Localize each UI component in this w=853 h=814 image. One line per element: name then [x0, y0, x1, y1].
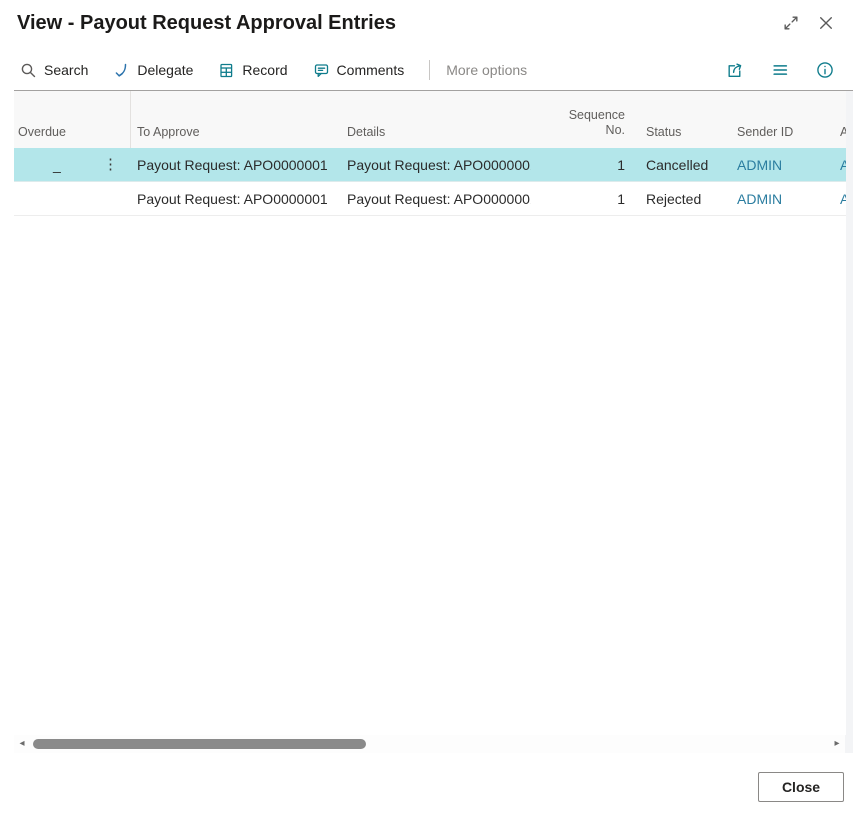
toolbar-divider — [429, 60, 430, 80]
delegate-label: Delegate — [137, 62, 193, 78]
comments-label: Comments — [337, 62, 405, 78]
column-header-details[interactable]: Details — [341, 91, 531, 148]
cell-sender-id-link[interactable]: ADMIN — [731, 182, 834, 215]
cell-to-approve: Payout Request: APO0000001 — [131, 182, 341, 215]
action-toolbar: Search Delegate Record — [0, 50, 853, 90]
share-icon — [726, 61, 744, 79]
column-header-sender-id[interactable]: Sender ID — [731, 91, 834, 148]
info-button[interactable] — [816, 61, 834, 79]
column-header-status[interactable]: Status — [631, 91, 731, 148]
scrollbar-corner — [845, 735, 853, 753]
dialog-title-bar: View - Payout Request Approval Entries — [0, 0, 853, 46]
table-row[interactable]: Payout Request: APO0000001 Payout Reques… — [14, 182, 853, 216]
record-label: Record — [242, 62, 287, 78]
record-icon — [218, 62, 235, 79]
info-icon — [816, 61, 834, 79]
search-label: Search — [44, 62, 88, 78]
cell-overdue: _ ⋮ — [14, 148, 131, 181]
search-icon — [20, 62, 37, 79]
scroll-right-button[interactable]: ▸ — [829, 735, 845, 753]
record-button[interactable]: Record — [218, 62, 287, 79]
cell-details: Payout Request: APO0000001 — [341, 148, 531, 181]
list-icon — [771, 61, 789, 79]
close-icon — [817, 14, 835, 32]
cell-sender-id-link[interactable]: ADMIN — [731, 148, 834, 181]
cell-status: Cancelled — [631, 148, 731, 181]
comments-icon — [313, 62, 330, 79]
cell-overdue — [14, 182, 131, 215]
cell-details: Payout Request: APO0000001 — [341, 182, 531, 215]
close-button[interactable]: Close — [758, 772, 844, 802]
scroll-left-button[interactable]: ◂ — [14, 735, 30, 753]
more-options-button[interactable]: More options — [446, 62, 527, 78]
share-button[interactable] — [726, 61, 744, 79]
list-view-button[interactable] — [771, 61, 789, 79]
horizontal-scrollbar-thumb[interactable] — [33, 739, 366, 749]
overdue-value: _ — [53, 157, 61, 173]
cell-to-approve: Payout Request: APO0000001 — [131, 148, 341, 181]
column-header-overdue[interactable]: Overdue — [14, 91, 131, 148]
vertical-scrollbar-track[interactable] — [846, 91, 853, 735]
close-window-button[interactable] — [817, 14, 835, 32]
row-ellipsis-icon[interactable]: ⋮ — [103, 157, 118, 172]
table-header-row: Overdue To Approve Details Sequence No. … — [14, 91, 853, 148]
delegate-icon — [113, 62, 130, 79]
expand-icon — [782, 14, 800, 32]
column-header-sequence-no[interactable]: Sequence No. — [531, 91, 631, 148]
search-button[interactable]: Search — [20, 62, 88, 79]
cell-sequence-no: 1 — [531, 182, 631, 215]
approval-entries-table: Overdue To Approve Details Sequence No. … — [14, 91, 853, 216]
expand-window-button[interactable] — [782, 14, 800, 32]
horizontal-scrollbar[interactable]: ◂ ▸ — [14, 735, 845, 753]
column-header-to-approve[interactable]: To Approve — [131, 91, 341, 148]
comments-button[interactable]: Comments — [313, 62, 405, 79]
cell-sequence-no: 1 — [531, 148, 631, 181]
dialog-footer: Close — [0, 753, 853, 814]
delegate-button[interactable]: Delegate — [113, 62, 193, 79]
table-row[interactable]: _ ⋮ Payout Request: APO0000001 Payout Re… — [14, 148, 853, 182]
cell-status: Rejected — [631, 182, 731, 215]
page-title: View - Payout Request Approval Entries — [17, 12, 782, 35]
